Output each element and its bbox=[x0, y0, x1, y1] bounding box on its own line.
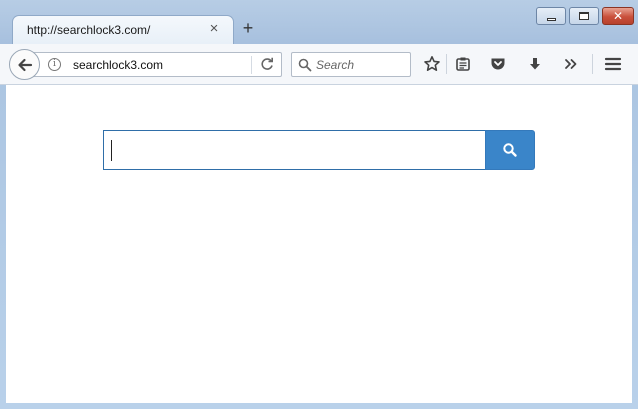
close-window-button[interactable]: ✕ bbox=[602, 7, 634, 25]
page-search-input[interactable] bbox=[104, 131, 485, 169]
reading-list-icon[interactable] bbox=[453, 54, 473, 74]
search-input[interactable] bbox=[316, 56, 406, 73]
minimize-button[interactable] bbox=[536, 7, 566, 25]
close-icon: ✕ bbox=[612, 9, 624, 23]
page-content bbox=[6, 85, 632, 403]
maximize-button[interactable] bbox=[569, 7, 599, 25]
pocket-icon[interactable] bbox=[488, 54, 508, 74]
search-icon bbox=[298, 58, 312, 72]
chevron-double-right-icon[interactable] bbox=[561, 54, 581, 74]
minimize-icon bbox=[546, 17, 556, 21]
magnifier-icon bbox=[503, 143, 517, 157]
navigation-toolbar: i searchlock3.com bbox=[0, 44, 638, 85]
window-controls: ✕ bbox=[536, 7, 634, 25]
tab-strip: http://searchlock3.com/ × + ✕ bbox=[0, 0, 638, 44]
page-search-button[interactable] bbox=[485, 130, 535, 170]
url-text[interactable]: searchlock3.com bbox=[73, 58, 163, 72]
tab-close-icon[interactable]: × bbox=[207, 21, 221, 36]
reload-icon[interactable] bbox=[259, 56, 275, 72]
toolbar-divider bbox=[592, 54, 593, 74]
tab-title: http://searchlock3.com/ bbox=[27, 23, 151, 37]
new-tab-button[interactable]: + bbox=[240, 19, 256, 37]
site-info-icon[interactable]: i bbox=[48, 58, 61, 71]
download-icon[interactable] bbox=[525, 54, 545, 74]
toolbar-divider bbox=[446, 54, 447, 74]
urlbar-divider bbox=[251, 56, 252, 74]
back-arrow-icon bbox=[17, 58, 32, 71]
back-button[interactable] bbox=[9, 49, 40, 80]
address-bar[interactable]: i searchlock3.com bbox=[28, 52, 282, 77]
search-bar[interactable] bbox=[291, 52, 411, 77]
bookmark-star-icon[interactable] bbox=[422, 54, 442, 74]
hamburger-menu-icon[interactable] bbox=[603, 54, 623, 74]
tab-active[interactable]: http://searchlock3.com/ × bbox=[12, 15, 234, 44]
page-search-box[interactable] bbox=[103, 130, 485, 170]
maximize-icon bbox=[579, 12, 589, 20]
text-caret bbox=[111, 140, 112, 161]
